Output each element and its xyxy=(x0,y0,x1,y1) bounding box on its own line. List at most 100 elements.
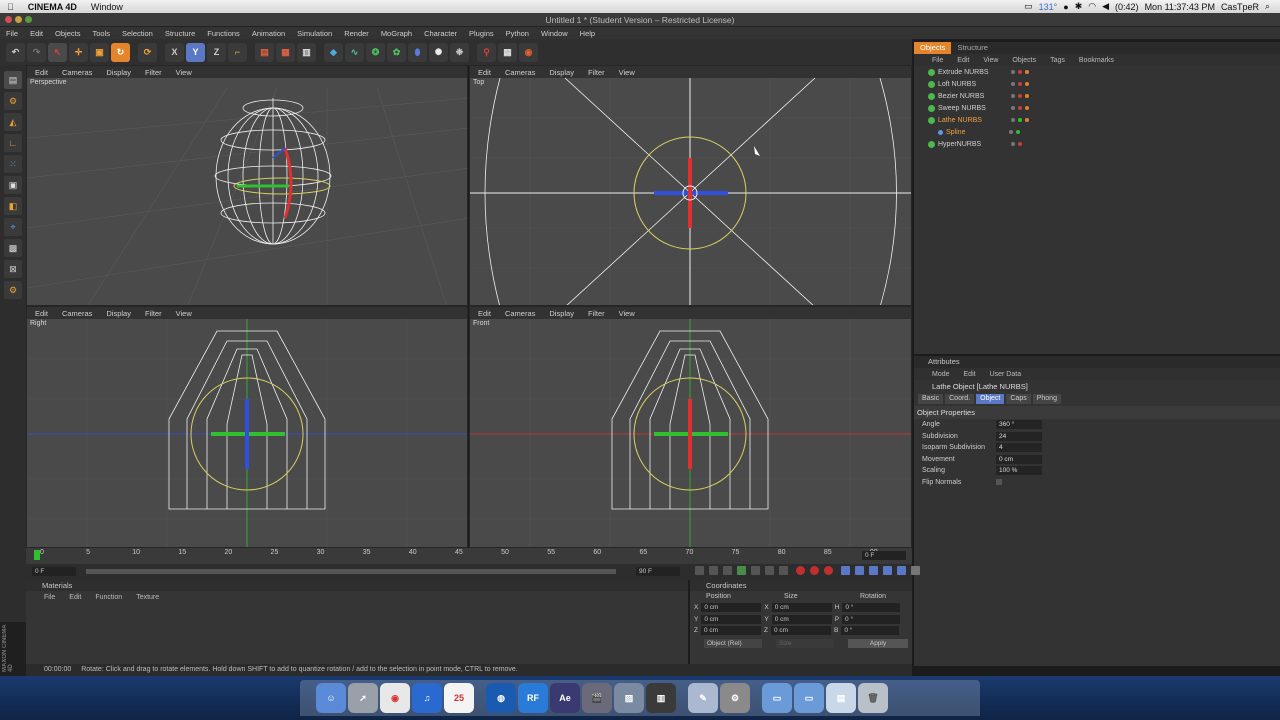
mat-menu-edit[interactable]: Edit xyxy=(69,594,81,601)
window-menu[interactable]: Window xyxy=(84,2,130,12)
size-y-field[interactable]: 0 cm xyxy=(771,614,832,624)
pos-y-field[interactable]: 0 cm xyxy=(701,614,762,624)
after-effects-icon[interactable]: Ae xyxy=(550,683,580,713)
apple-icon[interactable]:  xyxy=(0,2,21,12)
menu-render[interactable]: Render xyxy=(338,29,375,38)
record-icon[interactable] xyxy=(796,566,805,575)
obj-menu-tags[interactable]: Tags xyxy=(1050,57,1065,64)
vp-menu-view[interactable]: View xyxy=(619,309,635,318)
prev-frame-icon[interactable] xyxy=(723,566,732,575)
vp-menu-edit[interactable]: Edit xyxy=(35,68,48,77)
chrome-icon[interactable]: ◉ xyxy=(380,683,410,713)
viewport-front[interactable]: Edit Cameras Display Filter View Front xyxy=(469,306,912,548)
y-axis-icon[interactable]: Y xyxy=(186,42,205,62)
dropbox-icon[interactable]: ● xyxy=(1063,2,1068,12)
itunes-icon[interactable]: ♫ xyxy=(412,683,442,713)
viewport-top[interactable]: Edit Cameras Display Filter View Top xyxy=(469,65,912,306)
user-name[interactable]: CasTpeR xyxy=(1221,2,1259,12)
tab-basic[interactable]: Basic xyxy=(918,394,944,404)
tab-structure[interactable]: Structure xyxy=(951,42,993,54)
tab-phong[interactable]: Phong xyxy=(1032,394,1061,404)
make-editable-icon[interactable]: ▤ xyxy=(4,71,22,89)
rot-b-field[interactable]: 0 ° xyxy=(841,626,900,636)
tweak-mode-icon[interactable]: ▩ xyxy=(4,239,22,257)
menu-plugins[interactable]: Plugins xyxy=(463,29,500,38)
vp-menu-edit[interactable]: Edit xyxy=(478,309,491,318)
rotation-key-icon[interactable] xyxy=(869,566,878,575)
finder-icon[interactable]: ☺ xyxy=(316,683,346,713)
current-frame-field[interactable]: 0 F xyxy=(862,551,906,560)
timeline[interactable]: 051015202530354045505560657075808590 0 F… xyxy=(26,548,920,580)
live-selection-icon[interactable]: ↖ xyxy=(48,42,67,62)
axis-mode-icon[interactable]: ⌖ xyxy=(4,218,22,236)
interpolation-icon[interactable] xyxy=(911,566,920,575)
rot-p-field[interactable]: 0 ° xyxy=(842,614,901,624)
preview-icon[interactable]: ✎ xyxy=(688,683,718,713)
vp-menu-edit[interactable]: Edit xyxy=(478,68,491,77)
object-row-child[interactable]: Spline xyxy=(914,126,1280,138)
move-icon[interactable]: ✛ xyxy=(69,42,88,62)
vp-menu-cameras[interactable]: Cameras xyxy=(62,309,92,318)
prev-key-icon[interactable] xyxy=(709,566,718,575)
lock-workplane-icon[interactable]: ⚙ xyxy=(4,281,22,299)
clapper-icon[interactable]: 🎬 xyxy=(582,683,612,713)
spotlight-icon[interactable]: ⌕ xyxy=(1265,1,1270,12)
position-key-icon[interactable] xyxy=(841,566,850,575)
vp-menu-filter[interactable]: Filter xyxy=(588,309,605,318)
environment-icon[interactable]: ❉ xyxy=(450,42,469,62)
isoparm-field[interactable]: 4 xyxy=(996,443,1042,453)
movement-field[interactable]: 0 cm xyxy=(996,454,1042,464)
object-row[interactable]: Extrude NURBS xyxy=(914,66,1280,78)
go-start-icon[interactable] xyxy=(695,566,704,575)
tab-objects[interactable]: Objects xyxy=(914,42,952,54)
camera-icon[interactable]: ⚲ xyxy=(477,42,496,62)
model-mode-icon[interactable]: ⚙ xyxy=(4,92,22,110)
menu-structure[interactable]: Structure xyxy=(159,29,201,38)
vp-menu-display[interactable]: Display xyxy=(106,68,131,77)
attr-menu-mode[interactable]: Mode xyxy=(932,371,950,378)
texture-mode-icon[interactable]: ◭ xyxy=(4,113,22,131)
launchpad-icon[interactable]: ➚ xyxy=(348,683,378,713)
nurbs-icon[interactable]: ❂ xyxy=(366,42,385,62)
flip-normals-checkbox[interactable] xyxy=(996,479,1002,486)
vp-menu-display[interactable]: Display xyxy=(106,309,131,318)
object-row-selected[interactable]: Lathe NURBS xyxy=(914,114,1280,126)
attr-menu-user-data[interactable]: User Data xyxy=(990,371,1022,378)
vp-menu-view[interactable]: View xyxy=(176,309,192,318)
photo-icon[interactable]: ▨ xyxy=(614,683,644,713)
tab-coord[interactable]: Coord. xyxy=(945,394,975,404)
next-key-icon[interactable] xyxy=(765,566,774,575)
edges-mode-icon[interactable]: ▣ xyxy=(4,176,22,194)
menu-python[interactable]: Python xyxy=(500,29,535,38)
vp-menu-cameras[interactable]: Cameras xyxy=(505,68,535,77)
folder-icon[interactable]: ▭ xyxy=(794,683,824,713)
render-view-icon[interactable]: ▤ xyxy=(255,42,274,62)
frame-range-slider[interactable] xyxy=(86,569,616,574)
realflow-icon[interactable]: RF xyxy=(518,683,548,713)
mat-menu-file[interactable]: File xyxy=(44,594,55,601)
autokey-icon[interactable] xyxy=(810,566,819,575)
render-picture-viewer-icon[interactable]: ▦ xyxy=(276,42,295,62)
deformer-icon[interactable]: ⬮ xyxy=(408,42,427,62)
mat-menu-function[interactable]: Function xyxy=(95,594,122,601)
array-icon[interactable]: ✿ xyxy=(387,42,406,62)
size-x-field[interactable]: 0 cm xyxy=(771,603,832,613)
play-icon[interactable] xyxy=(737,566,746,575)
light-icon[interactable]: ◉ xyxy=(519,42,538,62)
menu-help[interactable]: Help xyxy=(574,29,601,38)
temperature[interactable]: 131° xyxy=(1039,2,1058,12)
end-frame-field[interactable]: 90 F xyxy=(636,567,680,576)
render-settings-icon[interactable]: ▥ xyxy=(297,42,316,62)
redo-icon[interactable]: ↷ xyxy=(27,42,46,62)
mat-menu-texture[interactable]: Texture xyxy=(136,594,159,601)
x-axis-icon[interactable]: X xyxy=(165,42,184,62)
obj-menu-view[interactable]: View xyxy=(983,57,998,64)
scaling-field[interactable]: 100 % xyxy=(996,466,1042,476)
viewport-perspective[interactable]: Edit Cameras Display Filter View Perspec… xyxy=(26,65,468,306)
spline-icon[interactable]: ∿ xyxy=(345,42,364,62)
bluetooth-icon[interactable]: ✱ xyxy=(1075,1,1083,12)
trash-icon[interactable]: 🗑 xyxy=(858,683,888,713)
app-menu[interactable]: CINEMA 4D xyxy=(21,2,84,12)
menu-functions[interactable]: Functions xyxy=(201,29,246,38)
apply-button[interactable]: Apply xyxy=(848,638,908,648)
